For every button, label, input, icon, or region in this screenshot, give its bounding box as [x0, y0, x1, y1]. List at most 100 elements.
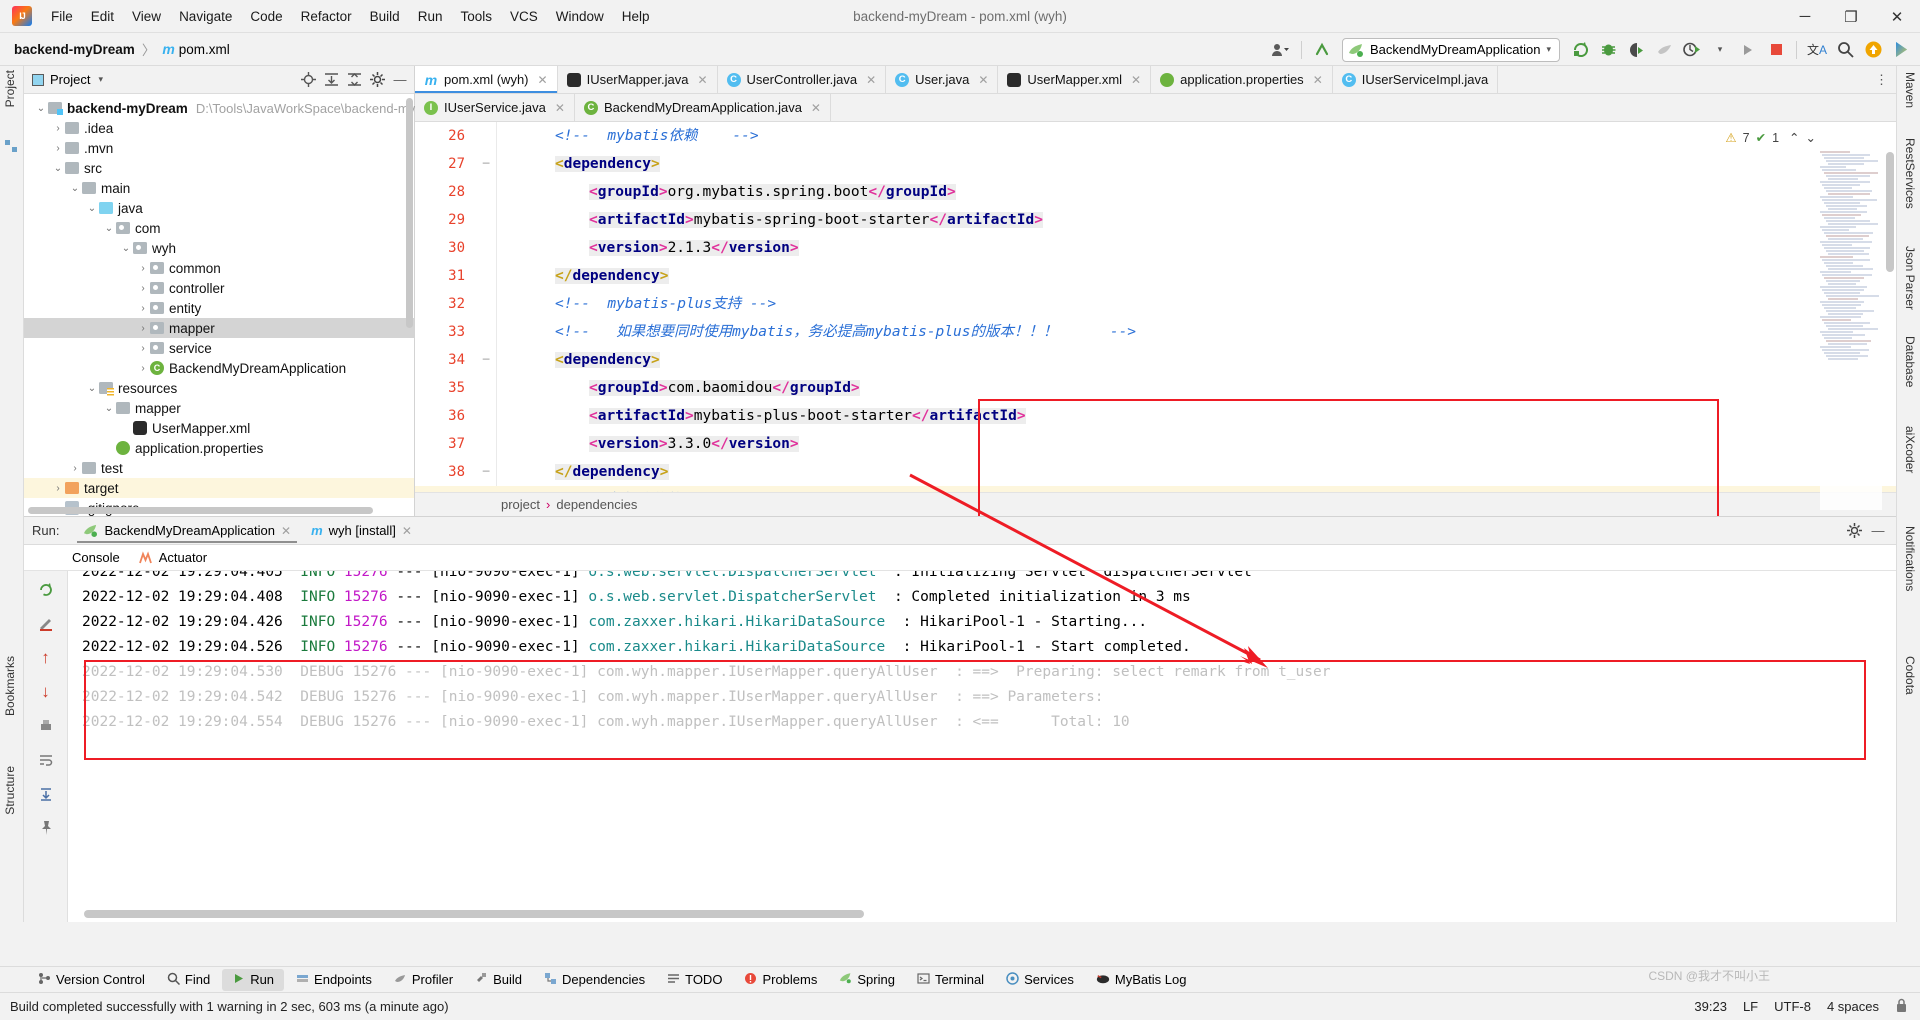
scroll-up-icon[interactable]: ↑	[35, 647, 57, 669]
coverage-icon[interactable]	[1623, 37, 1649, 63]
code-line-35[interactable]: 35 <groupId>com.baomidou</groupId>	[415, 374, 1896, 402]
menu-code[interactable]: Code	[241, 5, 291, 28]
tree-node-main[interactable]: ⌄ main	[24, 178, 414, 198]
menu-help[interactable]: Help	[613, 5, 659, 28]
disclosure-triangle[interactable]: ›	[136, 343, 150, 354]
tree-node-application-properties[interactable]: application.properties	[24, 438, 414, 458]
maximize-button[interactable]: ❐	[1828, 0, 1874, 33]
soft-wrap-icon[interactable]	[35, 749, 57, 771]
project-vertical-scrollbar[interactable]	[406, 98, 413, 328]
editor-tab-user-java[interactable]: C User.java ✕	[886, 66, 999, 93]
menu-navigate[interactable]: Navigate	[170, 5, 241, 28]
menu-vcs[interactable]: VCS	[501, 5, 547, 28]
code-line-37[interactable]: 37 <version>3.3.0</version>	[415, 430, 1896, 458]
status-bar-right[interactable]: 39:23 LF UTF-8 4 spaces	[1694, 998, 1920, 1016]
breadcrumb-project-node[interactable]: project	[501, 497, 540, 512]
search-everywhere-icon[interactable]	[1832, 37, 1858, 63]
code-line-30[interactable]: 30 <version>2.1.3</version>	[415, 234, 1896, 262]
tool-window-button-version-control[interactable]: Version Control	[28, 969, 155, 991]
close-icon[interactable]: ✕	[281, 524, 291, 538]
tree-node--idea[interactable]: › .idea	[24, 118, 414, 138]
rail-item-jsonparser[interactable]: Json Parser	[1903, 246, 1917, 310]
tree-node-java[interactable]: ⌄ java	[24, 198, 414, 218]
tree-node-controller[interactable]: › controller	[24, 278, 414, 298]
menu-edit[interactable]: Edit	[82, 5, 123, 28]
editor-tab-usercontroller-java[interactable]: C UserController.java ✕	[717, 66, 887, 93]
code-line-33[interactable]: 33 <!-- 如果想要同时使用mybatis，务必提高mybatis-plus的…	[415, 318, 1896, 346]
tree-node-entity[interactable]: › entity	[24, 298, 414, 318]
tree-node-resources[interactable]: ⌄ resources	[24, 378, 414, 398]
tree-node-mapper[interactable]: ⌄ mapper	[24, 398, 414, 418]
code-line-36[interactable]: 36 <artifactId>mybatis-plus-boot-starter<…	[415, 402, 1896, 430]
console-horizontal-scrollbar[interactable]	[84, 910, 864, 918]
editor-tab-iuserserviceimpl-java[interactable]: C IUserServiceImpl.java	[1332, 66, 1499, 93]
close-icon[interactable]: ✕	[1131, 73, 1141, 87]
menu-bar[interactable]: File Edit View Navigate Code Refactor Bu…	[42, 5, 659, 28]
editor-tab-usermapper-xml[interactable]: UserMapper.xml ✕	[998, 66, 1152, 93]
tool-window-button-build[interactable]: Build	[465, 969, 532, 991]
editor-tabs-row-2[interactable]: I IUserService.java ✕ C BackendMyDreamApplic…	[415, 94, 1896, 122]
tree-node-backendmydreamapplication[interactable]: › C BackendMyDreamApplication	[24, 358, 414, 378]
editor-tab-application-properties[interactable]: application.properties ✕	[1151, 66, 1333, 93]
rail-item-restservices[interactable]: RestServices	[1903, 138, 1917, 209]
editor-tab-iusermapper-java[interactable]: IUserMapper.java ✕	[557, 66, 718, 93]
menu-build[interactable]: Build	[361, 5, 409, 28]
rail-item-aixcoder[interactable]: aiXcoder	[1903, 426, 1917, 473]
code-line-34[interactable]: 34 ─ <dependency>	[415, 346, 1896, 374]
run-panel-actions[interactable]: —	[1844, 521, 1896, 541]
disclosure-triangle[interactable]: ›	[136, 363, 150, 374]
rerun-icon[interactable]	[1567, 37, 1593, 63]
tool-window-button-endpoints[interactable]: Endpoints	[286, 969, 382, 991]
file-encoding[interactable]: UTF-8	[1774, 999, 1811, 1014]
console-tab-strip[interactable]: Console Actuator	[24, 545, 1896, 571]
rail-item-project[interactable]: Project	[3, 70, 17, 107]
prev-problem-icon[interactable]: ⌃	[1789, 130, 1799, 145]
disclosure-triangle[interactable]: ⌄	[102, 223, 116, 234]
indent-setting[interactable]: 4 spaces	[1827, 999, 1879, 1014]
disclosure-triangle[interactable]: ⌄	[102, 403, 116, 414]
editor-tab-backendmydreamapplication-java[interactable]: C BackendMyDreamApplication.java ✕	[574, 94, 831, 121]
project-horizontal-scrollbar[interactable]	[28, 507, 373, 514]
tree-node-wyh[interactable]: ⌄ wyh	[24, 238, 414, 258]
tool-window-bar[interactable]: Version Control Find Run Endpoints Profiler B…	[0, 966, 1920, 992]
code-line-26[interactable]: 26 <!-- mybatis依赖 -->	[415, 122, 1896, 150]
editor-tab-pom-xml-wyh-[interactable]: m pom.xml (wyh) ✕	[415, 66, 558, 93]
close-icon[interactable]: ✕	[538, 73, 548, 87]
stop-icon[interactable]	[1763, 37, 1789, 63]
tree-node-service[interactable]: › service	[24, 338, 414, 358]
disclosure-triangle[interactable]: ⌄	[51, 163, 65, 174]
rail-item-database[interactable]: Database	[1903, 336, 1917, 387]
menu-refactor[interactable]: Refactor	[292, 5, 361, 28]
disclosure-triangle[interactable]: ›	[136, 323, 150, 334]
tool-window-button-spring[interactable]: Spring	[829, 969, 905, 990]
console-output[interactable]: 2022-12-02 19:29:04.405 INFO 15276 --- […	[68, 571, 1896, 896]
code-line-38[interactable]: 38 ─ </dependency>	[415, 458, 1896, 486]
tool-window-button-services[interactable]: Services	[996, 969, 1084, 991]
disclosure-triangle[interactable]: ›	[136, 263, 150, 274]
locate-icon[interactable]	[298, 70, 318, 90]
code-line-29[interactable]: 29 <artifactId>mybatis-spring-boot-starte…	[415, 206, 1896, 234]
update-project-icon[interactable]	[1309, 37, 1335, 63]
menu-window[interactable]: Window	[547, 5, 613, 28]
menu-view[interactable]: View	[123, 5, 170, 28]
rail-item-structure[interactable]: Structure	[3, 766, 17, 815]
tree-node-target[interactable]: › target	[24, 478, 414, 498]
user-icon[interactable]	[1268, 37, 1294, 63]
caret-position[interactable]: 39:23	[1694, 999, 1727, 1014]
inspection-widget[interactable]: ⚠ 7 ✔ 1 ⌃ ⌄	[1725, 130, 1816, 146]
edit-icon[interactable]	[35, 613, 57, 635]
expand-all-icon[interactable]	[321, 70, 341, 90]
tool-window-button-profiler[interactable]: Profiler	[384, 969, 463, 991]
rail-item-maven[interactable]: Maven	[1903, 72, 1917, 108]
run-configuration-selector[interactable]: BackendMyDreamApplication ▾	[1341, 37, 1560, 62]
disclosure-triangle[interactable]: ⌄	[34, 103, 48, 114]
code-line-27[interactable]: 27 ─ <dependency>	[415, 150, 1896, 178]
tool-window-button-todo[interactable]: TODO	[657, 969, 732, 991]
rail-item-codota[interactable]: Codota	[1903, 656, 1917, 695]
tool-window-button-terminal[interactable]: Terminal	[907, 969, 994, 991]
translate-icon[interactable]: 文A	[1804, 37, 1830, 63]
editor-breadcrumb[interactable]: project › dependencies	[415, 492, 1896, 516]
main-toolbar[interactable]: BackendMyDreamApplication ▾ ▾ 文A	[1268, 33, 1914, 66]
menu-file[interactable]: File	[42, 5, 82, 28]
breadcrumb-project[interactable]: backend-myDream	[14, 42, 135, 57]
